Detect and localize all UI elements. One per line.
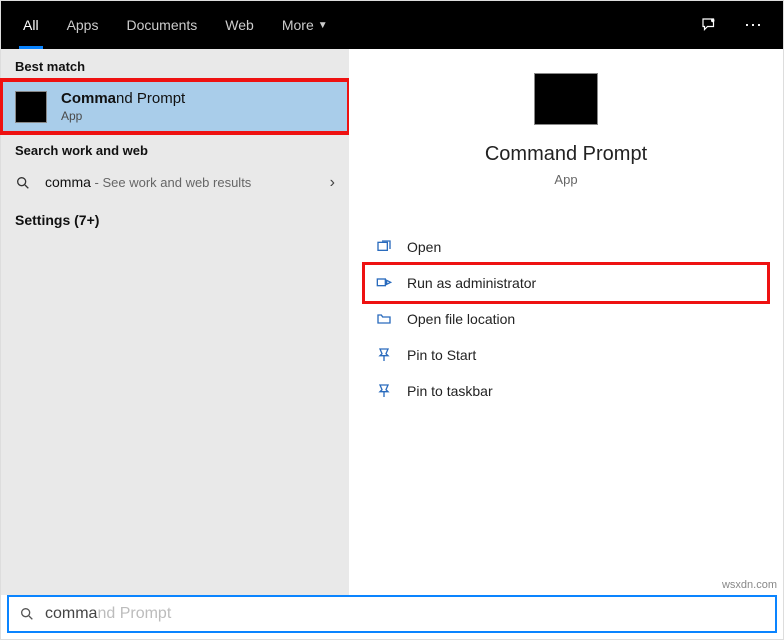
more-options-icon[interactable]: ⋯: [731, 1, 775, 49]
search-input[interactable]: [45, 605, 252, 623]
chevron-right-icon: ›: [330, 174, 335, 192]
action-pin-to-start[interactable]: Pin to Start: [365, 337, 767, 373]
chevron-down-icon: ▼: [318, 20, 328, 31]
tab-label: Web: [225, 17, 254, 33]
main-columns: Best match Command Prompt App Search wor…: [1, 49, 783, 595]
web-search-row[interactable]: comma - See work and web results ›: [1, 164, 349, 202]
action-pin-to-taskbar[interactable]: Pin to taskbar: [365, 373, 767, 409]
tab-label: All: [23, 17, 39, 33]
action-label: Open file location: [407, 311, 515, 327]
detail-title: Command Prompt: [357, 143, 775, 166]
results-panel: Best match Command Prompt App Search wor…: [1, 49, 349, 595]
shield-run-icon: [375, 274, 393, 292]
best-match-subtitle: App: [61, 109, 185, 123]
detail-panel: Command Prompt App Open Run as administr…: [349, 49, 783, 595]
tab-label: Apps: [67, 17, 99, 33]
tab-more[interactable]: More ▼: [268, 1, 342, 49]
action-label: Run as administrator: [407, 275, 536, 291]
best-match-result[interactable]: Command Prompt App: [1, 80, 349, 133]
command-prompt-icon: [534, 73, 598, 125]
best-match-text: Command Prompt App: [61, 90, 185, 123]
action-label: Open: [407, 239, 441, 255]
tab-apps[interactable]: Apps: [53, 1, 113, 49]
top-tab-bar: All Apps Documents Web More ▼ ⋯: [1, 1, 783, 49]
open-icon: [375, 238, 393, 256]
command-prompt-icon: [15, 91, 47, 123]
pin-icon: [375, 346, 393, 364]
tab-documents[interactable]: Documents: [112, 1, 211, 49]
best-match-header: Best match: [1, 49, 349, 80]
search-icon: [19, 606, 35, 622]
settings-results-header[interactable]: Settings (7+): [1, 202, 349, 238]
feedback-icon[interactable]: [687, 1, 731, 49]
action-run-as-administrator[interactable]: Run as administrator: [365, 265, 767, 301]
action-label: Pin to Start: [407, 347, 476, 363]
folder-icon: [375, 310, 393, 328]
search-icon: [15, 175, 31, 191]
watermark: wsxdn.com: [722, 579, 777, 591]
search-web-header: Search work and web: [1, 133, 349, 164]
tab-all[interactable]: All: [9, 1, 53, 49]
search-bar[interactable]: command Prompt: [7, 595, 777, 633]
detail-subtitle: App: [357, 172, 775, 187]
action-open-file-location[interactable]: Open file location: [365, 301, 767, 337]
actions-list: Open Run as administrator Open file loca…: [357, 229, 775, 409]
search-input-wrapper: command Prompt: [45, 605, 765, 623]
tab-web[interactable]: Web: [211, 1, 268, 49]
best-match-title: Command Prompt: [61, 90, 185, 107]
action-label: Pin to taskbar: [407, 383, 493, 399]
detail-header: Command Prompt App: [357, 73, 775, 187]
tab-label: More: [282, 17, 314, 33]
tab-label: Documents: [126, 17, 197, 33]
web-query-text: comma - See work and web results: [45, 174, 251, 192]
action-open[interactable]: Open: [365, 229, 767, 265]
pin-icon: [375, 382, 393, 400]
